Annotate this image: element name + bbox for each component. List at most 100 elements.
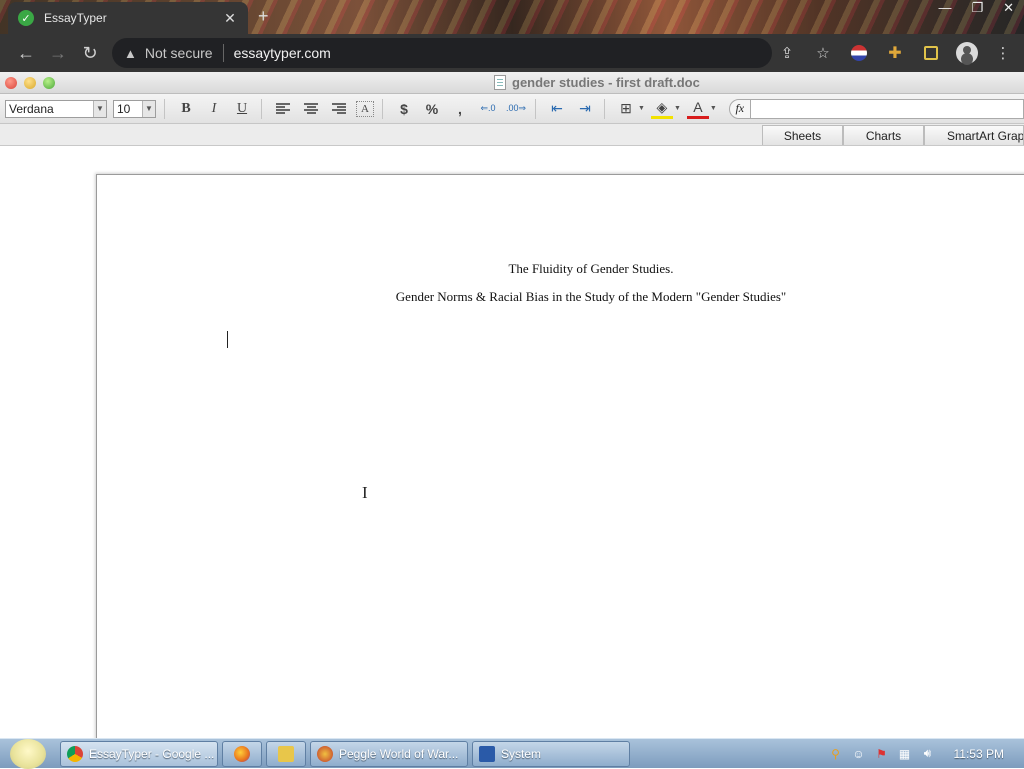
formula-input[interactable] <box>750 98 1024 119</box>
chevron-down-icon[interactable]: ▼ <box>142 100 155 117</box>
forward-arrow-icon[interactable]: → <box>42 37 74 69</box>
security-status[interactable]: Not secure <box>145 45 213 61</box>
fill-color-icon[interactable]: ◈ <box>650 99 673 119</box>
tab-charts[interactable]: Charts <box>843 125 924 145</box>
extension-flag-icon[interactable] <box>848 42 870 64</box>
zoom-window-dot-icon[interactable] <box>43 76 55 89</box>
align-center-icon[interactable] <box>300 98 322 120</box>
underline-button[interactable]: U <box>231 98 253 120</box>
taskbar-item-system[interactable]: System <box>472 740 630 767</box>
firefox-icon <box>234 745 250 762</box>
profile-avatar-icon[interactable] <box>956 42 978 64</box>
formatting-toolbar: Verdana ▼ 10 ▼ B I U A $ % , ⇐.0 .00⇒ ⇤ … <box>0 94 1024 124</box>
new-tab-button[interactable]: + <box>258 6 269 27</box>
address-bar[interactable]: ▲ Not secure essaytyper.com <box>112 38 772 68</box>
essaytyper-favicon-icon: ✓ <box>18 10 34 26</box>
chevron-down-icon[interactable]: ▼ <box>93 100 106 117</box>
folder-icon <box>278 745 294 762</box>
menu-kebab-icon[interactable]: ⋮ <box>992 42 1014 64</box>
document-subtitle-line[interactable]: Gender Norms & Racial Bias in the Study … <box>97 289 1024 305</box>
start-orb-icon[interactable] <box>10 738 46 769</box>
search-magnifier-icon[interactable]: ⚲ <box>829 747 843 761</box>
document-page[interactable]: The Fluidity of Gender Studies. Gender N… <box>96 174 1024 754</box>
system-tray: ⚲ ☺ ⚑ ▦ 🔊︎ 11:53 PM <box>829 746 1024 761</box>
start-button[interactable] <box>0 738 56 769</box>
comma-format-button[interactable]: , <box>449 98 471 120</box>
ribbon-tab-row: Sheets Charts SmartArt Grap <box>0 124 1024 146</box>
chevron-down-icon[interactable]: ▼ <box>710 105 717 112</box>
currency-format-button[interactable]: $ <box>393 98 415 120</box>
document-title-line[interactable]: The Fluidity of Gender Studies. <box>97 261 1024 277</box>
chevron-down-icon[interactable]: ▼ <box>674 105 681 112</box>
restore-button[interactable]: ❐ <box>971 0 983 16</box>
document-window-titlebar: gender studies - first draft.doc <box>0 72 1024 94</box>
taskbar-item-peggle[interactable]: Peggle World of War... <box>310 740 468 767</box>
bold-button[interactable]: B <box>175 98 197 120</box>
text-direction-icon[interactable]: A <box>356 100 374 117</box>
document-title: gender studies - first draft.doc <box>494 75 700 90</box>
document-title-text: gender studies - first draft.doc <box>512 75 700 90</box>
extensions-puzzle-icon[interactable]: ✚ <box>884 42 906 64</box>
bookmark-star-icon[interactable]: ☆ <box>812 42 834 64</box>
reload-icon[interactable]: ↻ <box>74 37 106 69</box>
volume-icon[interactable]: 🔊︎ <box>921 746 935 761</box>
italic-button[interactable]: I <box>203 98 225 120</box>
taskbar: EssayTyper - Google ... Peggle World of … <box>0 738 1024 769</box>
taskbar-item-chrome[interactable]: EssayTyper - Google ... <box>60 740 218 767</box>
close-window-button[interactable]: ✕ <box>1003 0 1014 16</box>
close-window-dot-icon[interactable] <box>5 76 17 89</box>
font-name-select[interactable]: Verdana ▼ <box>5 99 107 118</box>
window-controls: — ❐ ✕ <box>938 0 1014 16</box>
tab-sheets[interactable]: Sheets <box>762 125 843 145</box>
percent-format-button[interactable]: % <box>421 98 443 120</box>
share-icon[interactable]: ⇪ <box>776 42 798 64</box>
font-size-select[interactable]: 10 ▼ <box>113 99 156 118</box>
tab-smartart-graphics[interactable]: SmartArt Grap <box>924 125 1024 145</box>
document-file-icon <box>494 75 506 90</box>
emoji-icon[interactable]: ☺ <box>852 747 866 761</box>
document-canvas: The Fluidity of Gender Studies. Gender N… <box>0 146 1024 754</box>
minimize-button[interactable]: — <box>938 0 951 16</box>
taskbar-item-label: Peggle World of War... <box>339 746 459 761</box>
system-window-icon <box>479 745 495 762</box>
taskbar-item-firefox[interactable] <box>222 740 262 767</box>
align-left-icon[interactable] <box>272 98 294 120</box>
ibeam-cursor-icon: I <box>362 483 368 502</box>
action-center-flag-icon[interactable]: ⚑ <box>875 747 889 761</box>
text-caret <box>227 331 228 348</box>
toolbar-separator <box>382 98 383 119</box>
toolbar-actions: ⇪ ☆ ✚ ⋮ <box>776 42 1014 64</box>
minimize-window-dot-icon[interactable] <box>24 76 36 89</box>
url-text[interactable]: essaytyper.com <box>234 45 331 61</box>
font-color-icon[interactable]: A <box>686 99 709 119</box>
decrease-decimal-icon[interactable]: .00⇒ <box>505 98 527 120</box>
toolbar-separator <box>164 98 165 119</box>
increase-indent-icon[interactable]: ⇥ <box>574 98 596 120</box>
browser-tab[interactable]: ✓ EssayTyper ✕ <box>8 2 248 34</box>
peggle-icon <box>317 745 333 762</box>
chrome-icon <box>67 745 83 762</box>
taskbar-item-label: System <box>501 746 542 761</box>
window-traffic-lights <box>5 76 55 89</box>
toolbar-separator <box>535 98 536 119</box>
borders-icon[interactable]: ⊞ <box>615 98 637 120</box>
decrease-indent-icon[interactable]: ⇤ <box>546 98 568 120</box>
tab-title: EssayTyper <box>44 11 107 25</box>
side-panel-icon[interactable] <box>920 42 942 64</box>
tab-close-icon[interactable]: ✕ <box>222 10 238 27</box>
align-right-icon[interactable] <box>328 98 350 120</box>
increase-decimal-icon[interactable]: ⇐.0 <box>477 98 499 120</box>
back-arrow-icon[interactable]: ← <box>10 37 42 69</box>
browser-toolbar: ← → ↻ ▲ Not secure essaytyper.com ⇪ ☆ ✚ … <box>0 34 1024 72</box>
taskbar-clock[interactable]: 11:53 PM <box>954 747 1004 761</box>
warning-triangle-icon[interactable]: ▲ <box>124 46 137 61</box>
taskbar-item-label: EssayTyper - Google ... <box>89 746 215 761</box>
chevron-down-icon[interactable]: ▼ <box>638 105 645 112</box>
browser-tab-strip: ✓ EssayTyper ✕ + — ❐ ✕ <box>0 0 1024 34</box>
network-icon[interactable]: ▦ <box>898 747 912 761</box>
font-size-value: 10 <box>117 101 131 116</box>
function-icon[interactable]: fx <box>728 98 751 119</box>
taskbar-item-folder[interactable] <box>266 740 306 767</box>
toolbar-separator <box>261 98 262 119</box>
toolbar-separator <box>604 98 605 119</box>
